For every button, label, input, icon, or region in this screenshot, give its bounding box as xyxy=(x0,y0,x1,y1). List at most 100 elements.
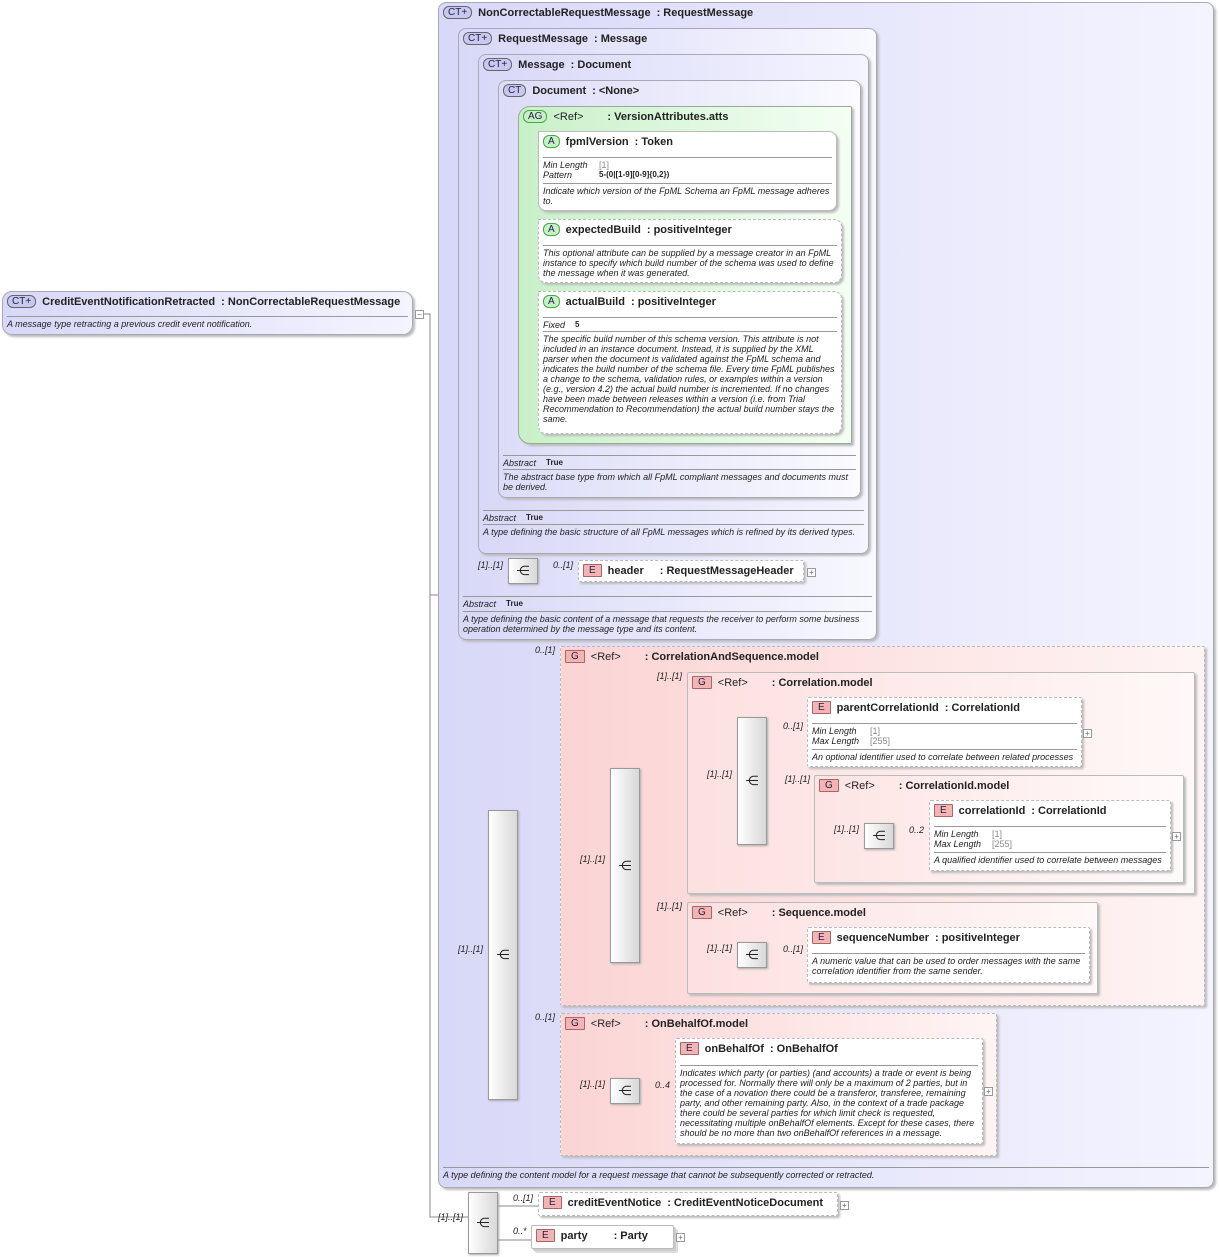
element-name: header xyxy=(608,565,644,577)
sequence-icon[interactable]: ⋲ xyxy=(864,823,894,849)
multiplicity: [1]..[1] xyxy=(657,901,682,911)
group-icon: G xyxy=(565,650,585,663)
element-type: : OnBehalfOf xyxy=(770,1043,838,1055)
element-onbehalfof[interactable]: EonBehalfOf: OnBehalfOf Indicates which … xyxy=(675,1038,983,1144)
multiplicity: [1]..[1] xyxy=(478,560,503,570)
element-icon: E xyxy=(812,931,831,944)
expand-icon[interactable]: + xyxy=(807,568,816,577)
attribute-type: : Token xyxy=(635,136,673,148)
multiplicity: 0..2 xyxy=(909,825,924,835)
element-name: sequenceNumber xyxy=(837,932,929,944)
element-header[interactable]: Eheader: RequestMessageHeader xyxy=(578,560,804,582)
multiplicity: [1]..[1] xyxy=(580,854,605,864)
sequence-icon[interactable]: ⋲ xyxy=(737,942,767,968)
sequence-icon[interactable]: ⋲ xyxy=(610,1078,640,1104)
sequence-icon[interactable]: ⋲ xyxy=(737,717,767,845)
expand-icon[interactable]: + xyxy=(984,1087,993,1096)
expand-icon[interactable]: + xyxy=(1083,729,1092,738)
abstract-label: Abstract xyxy=(503,458,536,468)
sequence-icon[interactable]: ⋲ xyxy=(488,810,518,1100)
facet-label: Min Length xyxy=(543,160,589,170)
type-name: Document xyxy=(532,85,586,97)
type-name: NonCorrectableRequestMessage xyxy=(478,7,650,19)
element-crediteventnotice[interactable]: EcreditEventNotice: CreditEventNoticeDoc… xyxy=(538,1192,838,1216)
complex-type-icon: CT+ xyxy=(443,6,472,19)
complex-type-icon: CT+ xyxy=(463,32,492,45)
base-type: : Document xyxy=(571,59,632,71)
sequence-icon[interactable]: ⋲ xyxy=(610,768,640,963)
multiplicity: [1]..[1] xyxy=(785,774,810,784)
element-icon: E xyxy=(680,1042,699,1055)
attribute-name: expectedBuild xyxy=(566,224,641,236)
attribute-type: : positiveInteger xyxy=(647,224,732,236)
attribute-actualbuild[interactable]: AactualBuild: positiveInteger Fixed5 The… xyxy=(538,291,842,434)
base-type: : RequestMessage xyxy=(657,7,754,19)
group-icon: G xyxy=(819,779,839,792)
group-name: : VersionAttributes.atts xyxy=(607,111,728,123)
multiplicity: [1]..[1] xyxy=(707,769,732,779)
multiplicity: 0..4 xyxy=(655,1080,670,1090)
attribute-expectedbuild[interactable]: AexpectedBuild : positiveInteger This opt… xyxy=(538,219,842,283)
root-element-box[interactable]: CT+CreditEventNotificationRetracted: Non… xyxy=(2,291,413,335)
sequence-icon[interactable]: ⋲ xyxy=(468,1192,498,1254)
facet-value: [1] xyxy=(870,726,880,736)
element-sequencenumber[interactable]: EsequenceNumber: positiveInteger A numer… xyxy=(807,927,1090,983)
type-doc: A type defining the basic structure of a… xyxy=(483,524,864,537)
facet-value: [255] xyxy=(992,839,1012,849)
element-parentcorrelationid[interactable]: EparentCorrelationId: CorrelationId Min … xyxy=(807,697,1082,767)
element-type: : RequestMessageHeader xyxy=(660,565,794,577)
element-name: party xyxy=(561,1230,588,1242)
attribute-name: actualBuild xyxy=(566,296,625,308)
element-icon: E xyxy=(934,804,953,817)
attribute-icon: A xyxy=(543,223,560,236)
ref-label: <Ref> xyxy=(553,111,583,123)
attribute-type: : positiveInteger xyxy=(631,296,716,308)
group-name: : Sequence.model xyxy=(772,907,866,919)
base-type: : <None> xyxy=(592,85,639,97)
attribute-doc: Indicate which version of the FpML Schem… xyxy=(543,183,832,206)
element-doc: A qualified identifier used to correlate… xyxy=(934,852,1166,865)
attribute-fpmlversion[interactable]: AfpmlVersion: Token Min Length[1]Pattern… xyxy=(538,131,837,211)
type-doc: The abstract base type from which all Fp… xyxy=(503,469,856,492)
sequence-icon[interactable]: ⋲ xyxy=(508,558,538,584)
group-icon: G xyxy=(692,676,712,689)
abstract-label: Abstract xyxy=(483,513,516,523)
element-type: : CorrelationId xyxy=(1031,805,1106,817)
facet-value: [1] xyxy=(992,829,1002,839)
group-icon: G xyxy=(692,906,712,919)
complex-type-icon: CT+ xyxy=(483,58,512,71)
expand-icon[interactable]: + xyxy=(676,1233,685,1242)
group-icon: G xyxy=(565,1017,585,1030)
attribute-doc: This optional attribute can be supplied … xyxy=(543,245,837,278)
attribute-name: fpmlVersion xyxy=(566,136,629,148)
element-icon: E xyxy=(812,701,831,714)
facet-label: Fixed xyxy=(543,320,565,330)
root-name: CreditEventNotificationRetracted xyxy=(42,296,215,308)
element-doc: Indicates which party (or parties) (and … xyxy=(680,1065,978,1138)
root-type: : NonCorrectableRequestMessage xyxy=(221,296,400,308)
multiplicity: 0..[1] xyxy=(513,1193,533,1203)
facet-label: Max Length xyxy=(812,736,860,746)
ref-label: <Ref> xyxy=(591,1018,621,1030)
element-name: parentCorrelationId xyxy=(837,702,939,714)
collapse-icon[interactable]: − xyxy=(415,310,424,319)
facet-label: Max Length xyxy=(934,839,982,849)
multiplicity: 0..[1] xyxy=(535,1012,555,1022)
facet-label: Min Length xyxy=(934,829,982,839)
element-name: creditEventNotice xyxy=(568,1197,662,1209)
root-doc: A message type retracting a previous cre… xyxy=(7,316,408,329)
expand-icon[interactable]: + xyxy=(840,1201,849,1210)
expand-icon[interactable]: + xyxy=(1172,832,1181,841)
element-icon: E xyxy=(536,1229,555,1242)
multiplicity: [1]..[1] xyxy=(458,944,483,954)
element-party[interactable]: Eparty: Party xyxy=(531,1225,674,1249)
group-name: : CorrelationAndSequence.model xyxy=(645,651,819,663)
multiplicity: [1]..[1] xyxy=(580,1079,605,1089)
element-type: : positiveInteger xyxy=(935,932,1020,944)
multiplicity: 0..* xyxy=(513,1226,527,1236)
facet-value: [255] xyxy=(870,736,890,746)
multiplicity: [1]..[1] xyxy=(707,943,732,953)
element-correlationid[interactable]: EcorrelationId : CorrelationId Min Length… xyxy=(929,800,1171,871)
group-name: : Correlation.model xyxy=(772,677,873,689)
element-name: correlationId xyxy=(959,805,1026,817)
